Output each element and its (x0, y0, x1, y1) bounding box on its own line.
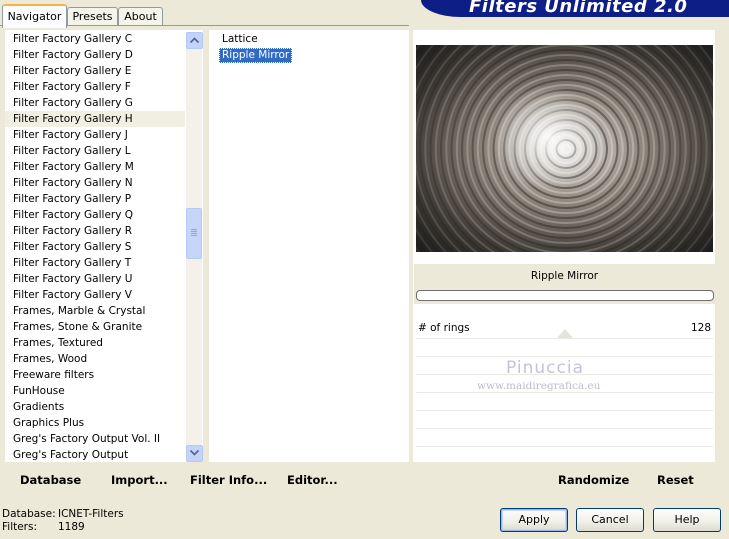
param-row-empty (416, 393, 713, 411)
category-item[interactable]: Freeware filters (5, 367, 185, 383)
category-item[interactable]: Filter Factory Gallery C (5, 31, 185, 47)
slider-indicator[interactable] (557, 329, 573, 338)
import-button[interactable]: Import... (111, 473, 168, 487)
cancel-button[interactable]: Cancel (576, 508, 644, 532)
category-item[interactable]: Filter Factory Gallery T (5, 255, 185, 271)
watermark-name: Pinuccia (506, 358, 584, 378)
category-item[interactable]: Filter Factory Gallery V (5, 287, 185, 303)
tab-presets[interactable]: Presets (67, 7, 118, 26)
database-button[interactable]: Database (20, 473, 81, 487)
param-label: # of rings (418, 322, 470, 334)
category-item[interactable]: Filter Factory Gallery G (5, 95, 185, 111)
filter-item-ripple-mirror[interactable]: Ripple Mirror (219, 48, 293, 63)
preview-image (416, 45, 713, 252)
category-items: Filter Factory Gallery C Filter Factory G… (5, 31, 185, 463)
filter-info-button[interactable]: Filter Info... (190, 473, 267, 487)
category-item[interactable]: Filter Factory Gallery L (5, 143, 185, 159)
category-item[interactable]: Gradients (5, 399, 185, 415)
scroll-down-button[interactable] (186, 445, 203, 462)
category-item[interactable]: Frames, Wood (5, 351, 185, 367)
category-list[interactable]: Filter Factory Gallery C Filter Factory G… (5, 30, 203, 462)
chevron-up-icon (189, 37, 200, 44)
filters-count-value: 1189 (58, 521, 85, 533)
category-item[interactable]: Greg's Factory Output Vol. II (5, 431, 185, 447)
help-button[interactable]: Help (653, 508, 721, 532)
reset-button[interactable]: Reset (657, 473, 694, 487)
category-item[interactable]: Frames, Marble & Crystal (5, 303, 185, 319)
filters-count-label: Filters: (2, 521, 38, 533)
category-item[interactable]: Graphics Plus (5, 415, 185, 431)
category-item[interactable]: Greg's Factory Output (5, 447, 185, 463)
category-item[interactable]: Frames, Textured (5, 335, 185, 351)
progress-bar (416, 290, 714, 301)
category-item[interactable]: Filter Factory Gallery H (5, 111, 185, 127)
filter-item-lattice[interactable]: Lattice (219, 32, 261, 47)
randomize-button[interactable]: Randomize (558, 473, 629, 487)
category-item[interactable]: Filter Factory Gallery E (5, 63, 185, 79)
editor-button[interactable]: Editor... (287, 473, 338, 487)
watermark-url: www.maidiregrafica.eu (477, 380, 601, 392)
app-banner: Filters Unlimited 2.0 (421, 0, 729, 17)
scroll-thumb[interactable] (186, 208, 202, 259)
param-row-empty (416, 339, 713, 357)
category-item[interactable]: Frames, Stone & Granite (5, 319, 185, 335)
category-item[interactable]: Filter Factory Gallery F (5, 79, 185, 95)
chevron-down-icon (189, 449, 200, 456)
category-item[interactable]: FunHouse (5, 383, 185, 399)
param-value: 128 (690, 322, 711, 334)
param-row-empty (416, 429, 713, 447)
category-item[interactable]: Filter Factory Gallery S (5, 239, 185, 255)
category-item[interactable]: Filter Factory Gallery N (5, 175, 185, 191)
category-item[interactable]: Filter Factory Gallery M (5, 159, 185, 175)
banner-title: Filters Unlimited 2.0 (469, 0, 688, 17)
category-item[interactable]: Filter Factory Gallery J (5, 127, 185, 143)
apply-button[interactable]: Apply (500, 508, 568, 532)
category-item[interactable]: Filter Factory Gallery Q (5, 207, 185, 223)
category-item[interactable]: Filter Factory Gallery P (5, 191, 185, 207)
filter-list[interactable]: Lattice Ripple Mirror (209, 30, 409, 462)
scroll-up-button[interactable] (186, 32, 203, 49)
category-scrollbar[interactable] (186, 32, 203, 462)
database-value: ICNET-Filters (58, 508, 124, 520)
tab-navigator[interactable]: Navigator (2, 4, 67, 28)
category-item[interactable]: Filter Factory Gallery R (5, 223, 185, 239)
param-row-empty (416, 411, 713, 429)
tab-about[interactable]: About (118, 7, 163, 26)
category-item[interactable]: Filter Factory Gallery D (5, 47, 185, 63)
database-label: Database: (2, 508, 56, 520)
param-row-empty (416, 447, 713, 464)
category-item[interactable]: Filter Factory Gallery U (5, 271, 185, 287)
preview-render (416, 45, 713, 252)
preview-filter-name: Ripple Mirror (530, 270, 599, 282)
